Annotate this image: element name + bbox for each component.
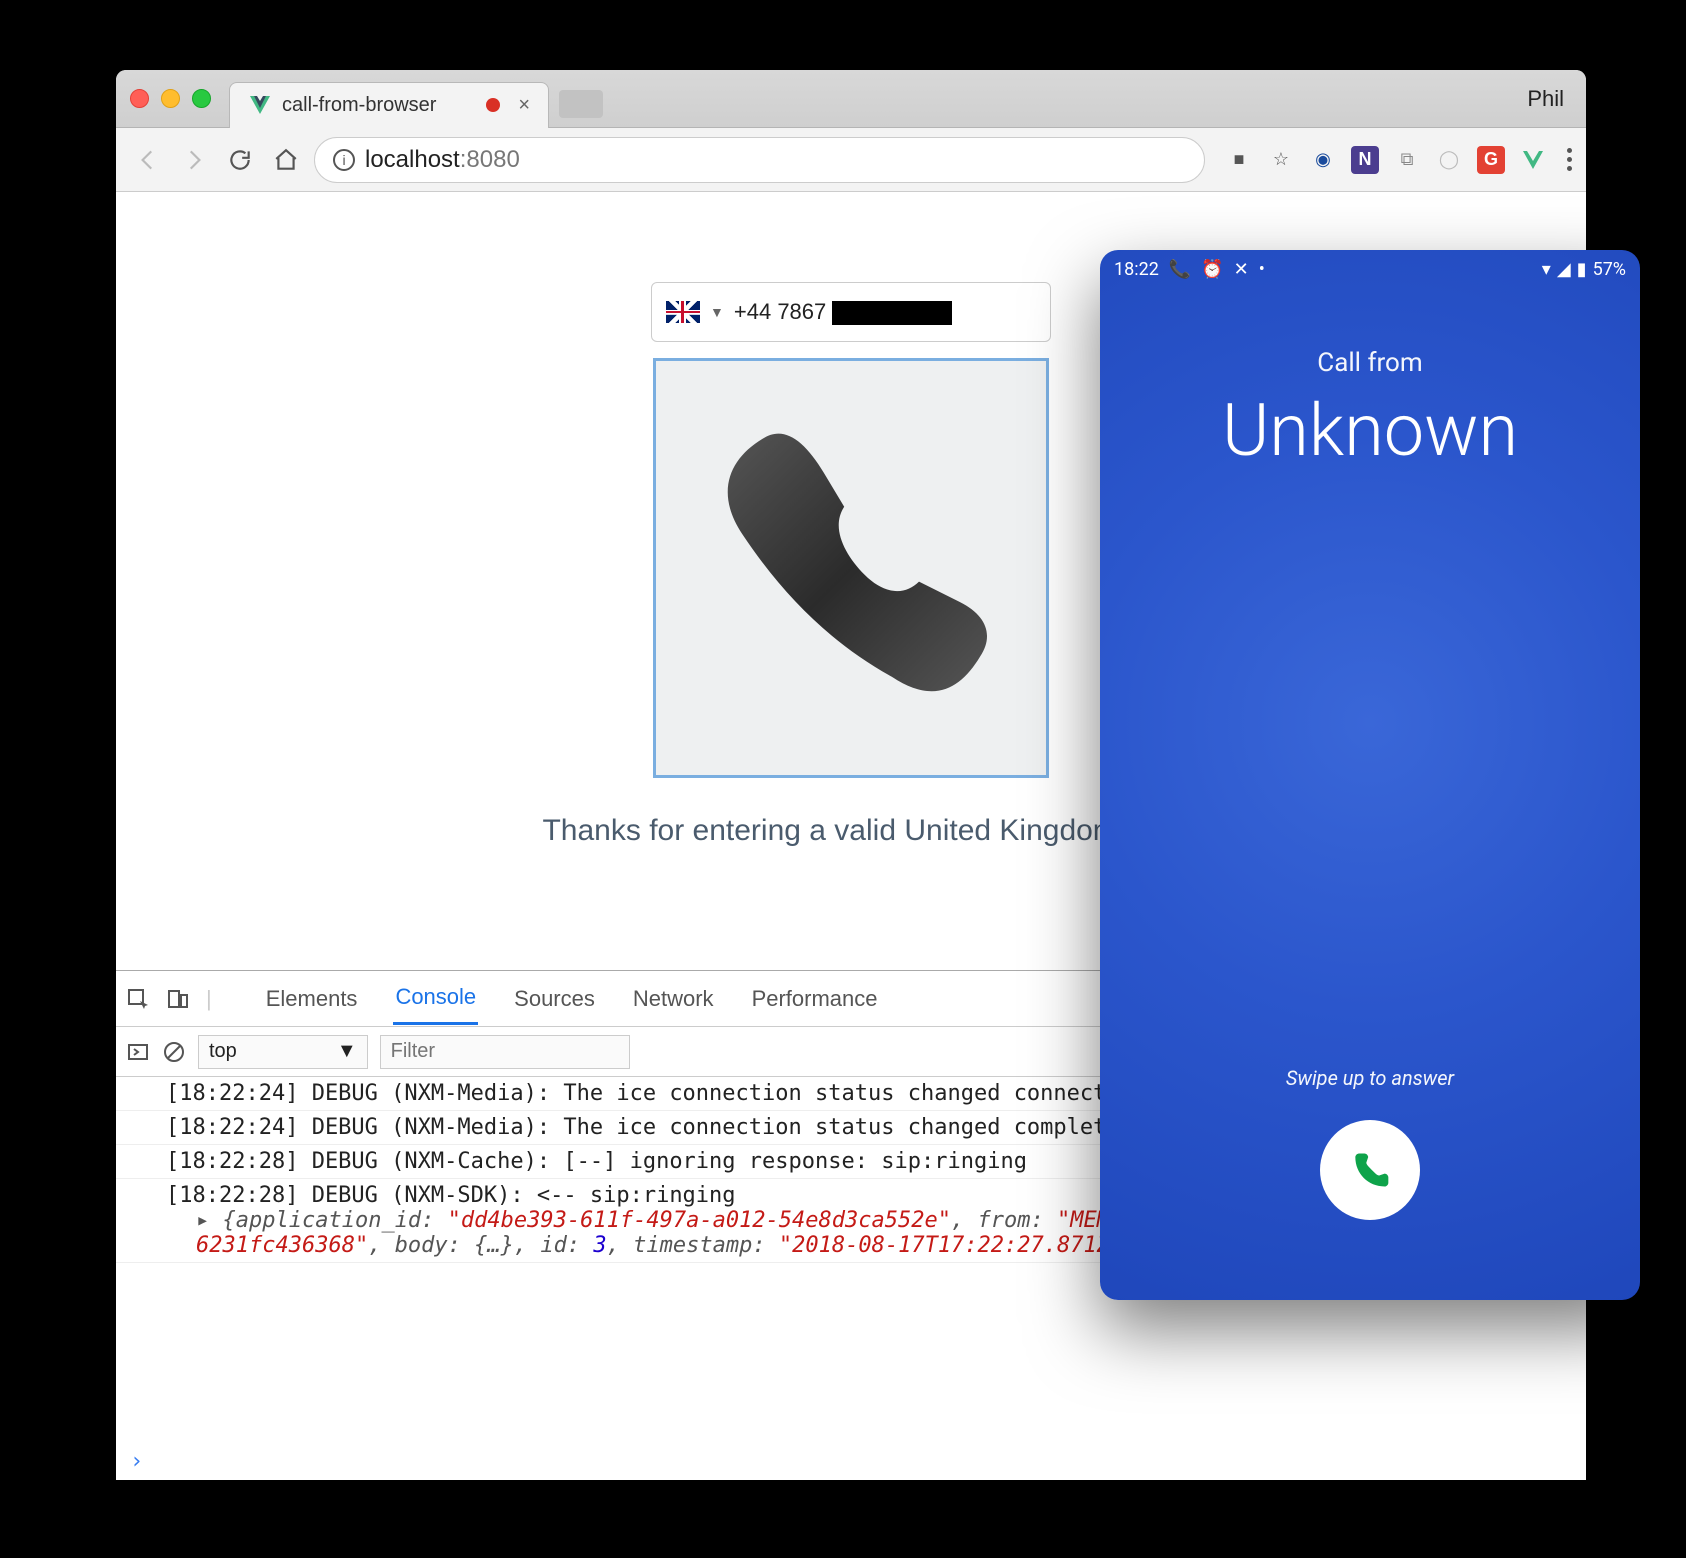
- close-window-button[interactable]: [130, 89, 149, 108]
- site-info-icon[interactable]: i: [333, 149, 355, 171]
- vue-devtools-icon[interactable]: [1519, 146, 1547, 174]
- status-time: 18:22: [1114, 259, 1159, 280]
- swipe-hint: Swipe up to answer: [1100, 1066, 1640, 1090]
- battery-percent: 57%: [1593, 259, 1626, 280]
- notification-icon: ✕: [1234, 259, 1249, 280]
- reload-button[interactable]: [222, 142, 258, 178]
- wifi-icon: ▾: [1542, 259, 1551, 280]
- profile-name[interactable]: Phil: [1527, 86, 1564, 112]
- redacted-number: [832, 301, 952, 325]
- vue-favicon-icon: [248, 93, 272, 117]
- tab-sources[interactable]: Sources: [512, 974, 597, 1024]
- home-button[interactable]: [268, 142, 304, 178]
- browser-toolbar: i localhost:8080 ■ ☆ ◉ N ⧉ ◯ G: [116, 128, 1586, 192]
- camera-indicator-icon[interactable]: ■: [1225, 146, 1253, 174]
- phone-number-text: +44 7867: [734, 299, 953, 325]
- answer-call-button[interactable]: [1320, 1120, 1420, 1220]
- address-bar[interactable]: i localhost:8080: [314, 137, 1205, 183]
- notification-dot-icon: •: [1259, 259, 1265, 280]
- close-tab-button[interactable]: ×: [518, 94, 530, 117]
- console-sidebar-toggle-icon[interactable]: [126, 1040, 150, 1064]
- battery-icon: ▮: [1577, 259, 1587, 280]
- extension-n-icon[interactable]: N: [1351, 146, 1379, 174]
- url-text: localhost:8080: [365, 146, 520, 174]
- call-from-label: Call from: [1100, 348, 1640, 378]
- extension-g-icon[interactable]: G: [1477, 146, 1505, 174]
- console-filter-input[interactable]: [380, 1035, 630, 1069]
- phone-answer-icon: [1348, 1148, 1392, 1192]
- tab-performance[interactable]: Performance: [750, 974, 880, 1024]
- new-tab-button[interactable]: [559, 90, 603, 118]
- context-selector[interactable]: top▼: [198, 1035, 368, 1069]
- maximize-window-button[interactable]: [192, 89, 211, 108]
- android-status-bar: 18:22 📞 ⏰ ✕ • ▾ ◢ ▮ 57%: [1100, 250, 1640, 288]
- recording-indicator-icon: [486, 98, 500, 112]
- caller-name: Unknown: [1100, 388, 1640, 473]
- android-incoming-call: 18:22 📞 ⏰ ✕ • ▾ ◢ ▮ 57% Call from Unknow…: [1100, 250, 1640, 1300]
- cell-signal-icon: ◢: [1557, 259, 1571, 280]
- tab-network[interactable]: Network: [631, 974, 716, 1024]
- back-button[interactable]: [130, 142, 166, 178]
- tab-title: call-from-browser: [282, 94, 436, 117]
- forward-button[interactable]: [176, 142, 212, 178]
- console-prompt[interactable]: ›: [116, 1443, 1586, 1480]
- extension-copy-icon[interactable]: ⧉: [1393, 146, 1421, 174]
- phone-status-icon: 📞: [1169, 259, 1191, 280]
- uk-flag-icon: [666, 301, 700, 323]
- browser-menu-button[interactable]: [1567, 148, 1572, 171]
- validation-message: Thanks for entering a valid United Kingd…: [542, 814, 1159, 848]
- browser-tab[interactable]: call-from-browser ×: [229, 82, 549, 128]
- minimize-window-button[interactable]: [161, 89, 180, 108]
- phone-number-input[interactable]: ▼ +44 7867: [651, 282, 1051, 342]
- phone-handset-icon: [681, 398, 1021, 738]
- tab-console[interactable]: Console: [393, 972, 478, 1025]
- device-toolbar-icon[interactable]: [166, 987, 190, 1011]
- inspect-element-icon[interactable]: [126, 987, 150, 1011]
- bookmark-star-icon[interactable]: ☆: [1267, 146, 1295, 174]
- extension-icons: ■ ☆ ◉ N ⧉ ◯ G: [1225, 146, 1572, 174]
- alarm-status-icon: ⏰: [1201, 259, 1223, 280]
- dial-button[interactable]: [653, 358, 1049, 778]
- clear-console-icon[interactable]: [162, 1040, 186, 1064]
- country-dropdown-icon[interactable]: ▼: [710, 304, 724, 320]
- tab-strip: call-from-browser × Phil: [116, 70, 1586, 128]
- tab-elements[interactable]: Elements: [264, 974, 360, 1024]
- extension-circle-icon[interactable]: ◯: [1435, 146, 1463, 174]
- window-controls: [130, 89, 211, 108]
- onepassword-extension-icon[interactable]: ◉: [1309, 146, 1337, 174]
